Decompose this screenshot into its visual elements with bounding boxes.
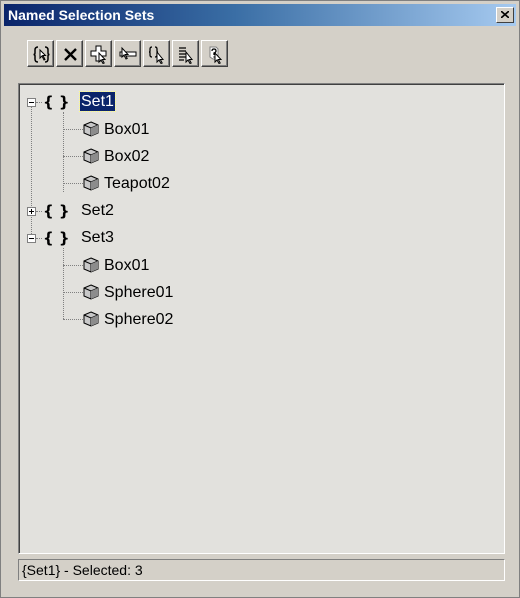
- object-label[interactable]: Box02: [103, 147, 150, 166]
- create-set-icon: [33, 46, 50, 63]
- window-title: Named Selection Sets: [8, 7, 155, 23]
- tree-connector: [63, 319, 85, 320]
- tree-connector: [31, 107, 32, 240]
- add-objects-icon: [90, 45, 107, 64]
- status-bar: {Set1} - Selected: 3: [18, 559, 505, 581]
- select-objects-in-set-button[interactable]: [143, 40, 170, 67]
- status-text: {Set1} - Selected: 3: [22, 562, 143, 578]
- selection-sets-tree[interactable]: { } Set1 Box01 Box02 Teapot02 { } Set2 {…: [18, 83, 505, 554]
- delete-button[interactable]: [56, 40, 83, 67]
- object-label[interactable]: Sphere02: [103, 310, 174, 329]
- set-icon: { }: [43, 229, 70, 247]
- object-icon: [83, 257, 99, 273]
- tree-connector: [36, 102, 42, 103]
- tree-connector: [63, 112, 64, 192]
- title-bar[interactable]: Named Selection Sets: [4, 4, 516, 26]
- set-label-set2[interactable]: Set2: [80, 201, 115, 220]
- object-icon: [83, 121, 99, 137]
- tree-connector: [36, 211, 42, 212]
- select-set-by-name-icon: [179, 47, 194, 64]
- remove-objects-icon: [119, 46, 137, 60]
- close-button[interactable]: [496, 7, 514, 23]
- set-icon: { }: [43, 202, 70, 220]
- tree-connector: [63, 156, 85, 157]
- named-selection-sets-window: Named Selection Sets {} Set1 Box01 Box0…: [0, 0, 520, 598]
- highlight-selected-objects-icon: [209, 46, 223, 64]
- object-label[interactable]: Teapot02: [103, 174, 171, 193]
- set-icon: { }: [43, 93, 70, 111]
- delete-icon: [64, 48, 77, 61]
- object-icon: [83, 311, 99, 327]
- expand-icon[interactable]: [27, 207, 36, 216]
- set-label-set1[interactable]: Set1: [79, 91, 116, 112]
- tree-connector: [36, 238, 42, 239]
- create-set-button[interactable]: [27, 40, 54, 67]
- remove-objects-button[interactable]: [114, 40, 141, 67]
- object-icon: [83, 148, 99, 164]
- close-icon: [501, 11, 509, 18]
- select-set-by-name-button[interactable]: [172, 40, 199, 67]
- object-icon: [83, 175, 99, 191]
- tree-connector: [63, 129, 85, 130]
- object-icon: [83, 284, 99, 300]
- tree-connector: [63, 265, 85, 266]
- tree-connector: [63, 292, 85, 293]
- collapse-icon[interactable]: [27, 98, 36, 107]
- select-objects-in-set-icon: [148, 46, 165, 64]
- tree-connector: [63, 248, 64, 319]
- add-objects-button[interactable]: [85, 40, 112, 67]
- collapse-icon[interactable]: [27, 234, 36, 243]
- highlight-selected-objects-button[interactable]: [201, 40, 228, 67]
- tree-connector: [63, 183, 85, 184]
- object-label[interactable]: Box01: [103, 120, 150, 139]
- object-label[interactable]: Sphere01: [103, 283, 174, 302]
- object-label[interactable]: Box01: [103, 256, 150, 275]
- set-label-set3[interactable]: Set3: [80, 228, 115, 247]
